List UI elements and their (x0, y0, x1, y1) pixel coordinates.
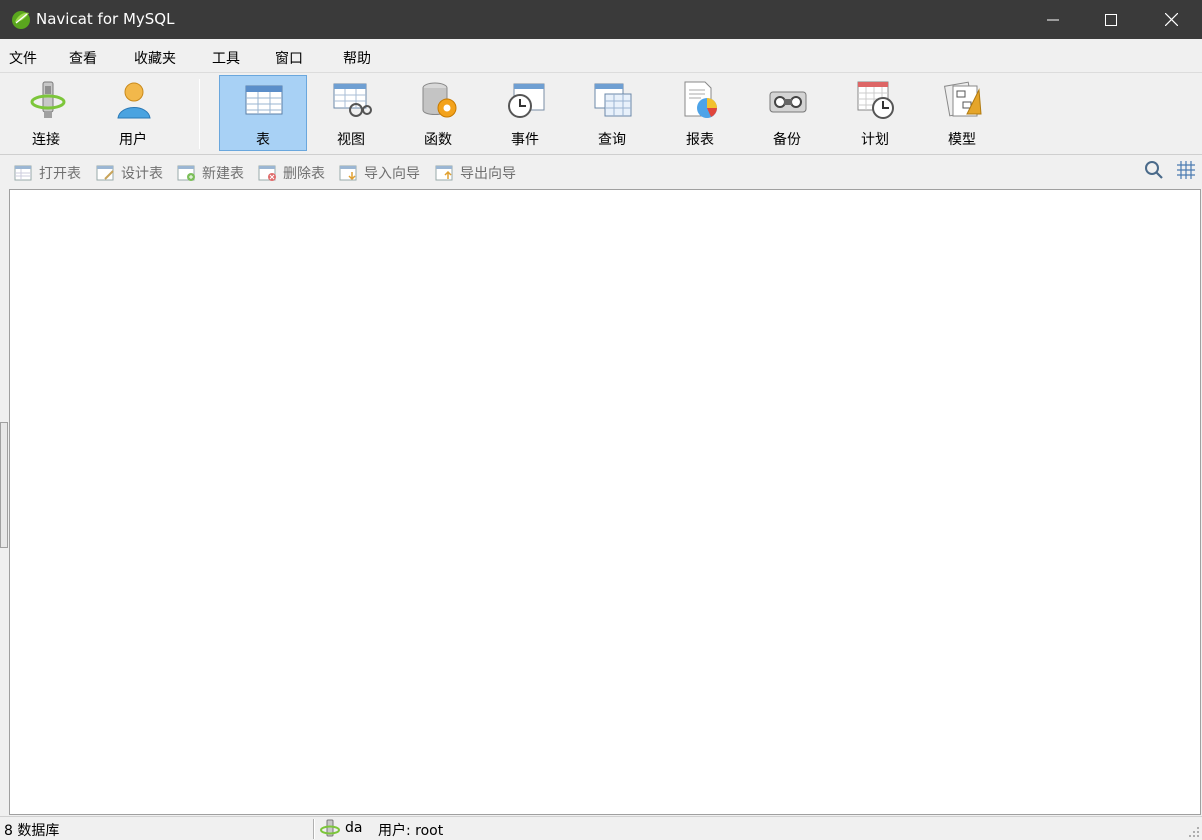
model-icon (943, 81, 982, 117)
toolbar-query-button[interactable]: 查询 (568, 75, 656, 151)
minimize-button[interactable] (1024, 0, 1082, 39)
open-table-button[interactable]: 打开表 (14, 163, 81, 183)
toolbar-view-button[interactable]: 视图 (307, 75, 395, 151)
event-icon (508, 83, 545, 118)
menu-help[interactable]: 帮助 (343, 48, 371, 68)
toolbar-function-label: 函数 (424, 132, 452, 148)
toolbar-report-button[interactable]: 报表 (656, 75, 744, 151)
current-user: 用户: root (378, 823, 444, 839)
toolbar-backup-button[interactable]: 备份 (743, 75, 831, 151)
export-wizard-label: 导出向导 (460, 166, 516, 182)
export-wizard-button[interactable]: 导出向导 (435, 163, 516, 183)
import-wizard-icon (339, 165, 357, 181)
import-wizard-label: 导入向导 (364, 166, 420, 182)
design-table-icon (96, 165, 114, 181)
toolbar-schedule-button[interactable]: 计划 (831, 75, 919, 151)
minimize-icon (1047, 19, 1059, 20)
query-icon (594, 83, 632, 117)
toolbar-report-label: 报表 (686, 132, 714, 148)
object-list-pane[interactable] (9, 189, 1201, 815)
close-icon (1165, 13, 1178, 26)
toolbar-function-button[interactable]: 函数 (394, 75, 482, 151)
backup-icon (769, 91, 807, 113)
search-icon[interactable] (1144, 160, 1164, 180)
toolbar-connection-label: 连接 (32, 132, 60, 148)
menu-file[interactable]: 文件 (9, 48, 37, 68)
menu-tools[interactable]: 工具 (212, 48, 240, 68)
table-icon (245, 85, 283, 115)
delete-table-icon (258, 165, 276, 181)
report-icon (684, 81, 717, 118)
schedule-icon (857, 81, 894, 119)
toolbar-separator (199, 79, 200, 149)
delete-table-label: 删除表 (283, 166, 325, 182)
user-icon (117, 82, 151, 119)
database-count: 8 数据库 (4, 823, 60, 839)
menu-window[interactable]: 窗口 (275, 48, 303, 68)
toolbar-model-label: 模型 (948, 132, 976, 148)
title-bar: Navicat for MySQL (0, 0, 1202, 39)
object-toolbar: 打开表 设计表 新建表 删除表 导入向导 导出向导 (0, 156, 1202, 189)
new-table-button[interactable]: 新建表 (177, 163, 244, 183)
toolbar-event-label: 事件 (511, 132, 539, 148)
connection-name: da (345, 820, 363, 836)
connection-status-icon (320, 819, 340, 837)
toolbar-backup-label: 备份 (773, 132, 801, 148)
import-wizard-button[interactable]: 导入向导 (339, 163, 420, 183)
connection-icon (30, 81, 66, 118)
toolbar-view-label: 视图 (337, 132, 365, 148)
sidebar-splitter[interactable] (0, 422, 8, 548)
status-bar: 8 数据库 da 用户: root (0, 816, 1202, 840)
open-table-icon (14, 165, 32, 181)
new-table-icon (177, 165, 195, 181)
menu-bar: 文件 查看 收藏夹 工具 窗口 帮助 (0, 39, 1202, 73)
view-icon (333, 83, 372, 117)
design-table-label: 设计表 (121, 166, 163, 182)
toolbar-event-button[interactable]: 事件 (481, 75, 569, 151)
toolbar-table-button[interactable]: 表 (219, 75, 307, 151)
maximize-icon (1105, 13, 1117, 26)
toolbar-connection-button[interactable]: 连接 (2, 75, 90, 151)
menu-view[interactable]: 查看 (69, 48, 97, 68)
status-separator (313, 819, 315, 839)
export-wizard-icon (435, 165, 453, 181)
navicat-leaf-icon (12, 11, 30, 29)
resize-grip-icon[interactable] (1188, 826, 1200, 838)
main-toolbar: 连接 用户 表 视图 函数 事件 查询 报表 备份 计划 模型 (0, 73, 1202, 155)
menu-favorites[interactable]: 收藏夹 (134, 48, 176, 68)
close-button[interactable] (1141, 0, 1202, 39)
open-table-label: 打开表 (39, 166, 81, 182)
design-table-button[interactable]: 设计表 (96, 163, 163, 183)
grid-view-icon[interactable] (1176, 160, 1196, 180)
toolbar-user-button[interactable]: 用户 (89, 75, 177, 151)
function-icon (422, 82, 457, 118)
toolbar-schedule-label: 计划 (861, 132, 889, 148)
new-table-label: 新建表 (202, 166, 244, 182)
delete-table-button[interactable]: 删除表 (258, 163, 325, 183)
toolbar-model-button[interactable]: 模型 (918, 75, 1006, 151)
maximize-button[interactable] (1082, 0, 1140, 39)
toolbar-user-label: 用户 (119, 132, 147, 148)
toolbar-table-label: 表 (256, 132, 270, 148)
window-title: Navicat for MySQL (36, 10, 175, 28)
toolbar-query-label: 查询 (598, 132, 626, 148)
